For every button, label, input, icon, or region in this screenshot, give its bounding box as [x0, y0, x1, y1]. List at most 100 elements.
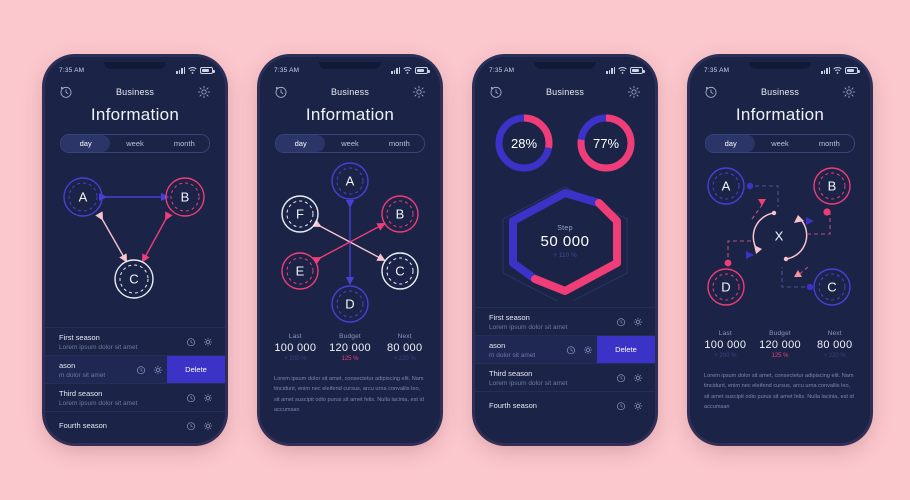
clock-rewind-icon[interactable] — [59, 85, 73, 99]
diagram-node-a[interactable]: A — [63, 177, 103, 217]
clock-rewind-icon[interactable] — [186, 337, 196, 347]
status-icons — [391, 66, 430, 74]
diagram-node-x[interactable]: X — [752, 210, 808, 262]
list-item[interactable]: Fourth season — [475, 391, 655, 419]
gear-icon[interactable] — [203, 421, 213, 431]
diagram-node-c[interactable]: C — [114, 259, 154, 299]
delete-button[interactable]: Delete — [167, 356, 225, 383]
arrow-marker — [806, 217, 814, 225]
screen-2: 7:35 AM Business Information day week mo… — [260, 57, 440, 443]
list-item-actions — [186, 337, 213, 347]
nav-title: Business — [330, 87, 370, 97]
gear-icon[interactable] — [153, 365, 163, 375]
tab-week[interactable]: week — [755, 135, 804, 152]
period-segmented-control[interactable]: day week month — [60, 134, 210, 153]
screenshot-stage: 7:35 AM Business Information day week mo… — [0, 0, 910, 500]
clock-rewind-icon[interactable] — [616, 317, 626, 327]
clock-rewind-icon[interactable] — [566, 345, 576, 355]
connector-dot — [806, 283, 814, 291]
diagram-node-c[interactable]: C — [381, 252, 419, 290]
gear-icon[interactable] — [633, 373, 643, 383]
tab-day[interactable]: day — [61, 135, 111, 152]
tab-day[interactable]: day — [706, 135, 756, 152]
stat-label: Next — [397, 333, 412, 340]
diagram-node-b[interactable]: B — [813, 167, 851, 205]
list-item[interactable]: Fourth season — [45, 411, 225, 439]
list-item[interactable]: First season Lorem ipsum dolor sit amet — [45, 327, 225, 355]
node-a-label: A — [79, 190, 88, 205]
period-segmented-control[interactable]: day week month — [275, 134, 425, 153]
list-item[interactable]: Third season Lorem ipsum dolor sit amet — [475, 363, 655, 391]
clock-rewind-icon[interactable] — [489, 85, 503, 99]
gear-icon[interactable] — [203, 393, 213, 403]
gear-icon[interactable] — [583, 345, 593, 355]
gear-icon[interactable] — [842, 85, 856, 99]
tab-week[interactable]: week — [110, 135, 159, 152]
tab-month[interactable]: month — [805, 135, 854, 152]
clock-rewind-icon[interactable] — [136, 365, 146, 375]
tab-day[interactable]: day — [276, 135, 326, 152]
signal-bars-icon — [606, 66, 615, 74]
clock-rewind-icon[interactable] — [274, 85, 288, 99]
list-item-subtitle: Lorem ipsum dolor sit amet — [59, 343, 138, 351]
clock-rewind-icon[interactable] — [704, 85, 718, 99]
battery-icon — [630, 66, 645, 74]
status-bar: 7:35 AM — [260, 57, 440, 79]
diagram-node-d[interactable]: D — [331, 285, 369, 323]
diagram-node-b[interactable]: B — [381, 195, 419, 233]
node-e-label: E — [296, 264, 305, 279]
list-item[interactable]: Third season Lorem ipsum dolor sit amet — [45, 383, 225, 411]
stat-label: Budget — [339, 333, 361, 340]
phone-notch — [749, 62, 811, 69]
gear-icon[interactable] — [627, 85, 641, 99]
list-item-swiped[interactable]: ason m dolor sit amet Delete — [45, 355, 225, 383]
tab-month[interactable]: month — [375, 135, 424, 152]
clock-rewind-icon[interactable] — [616, 373, 626, 383]
nav-bar: Business — [260, 79, 440, 99]
wifi-icon — [618, 66, 627, 74]
donut-chart-28: 28% — [492, 111, 556, 175]
stat-value: 80 000 — [816, 339, 853, 351]
period-segmented-control[interactable]: day week month — [705, 134, 855, 153]
stat-delta: 125 % — [341, 356, 359, 362]
list-item-actions — [136, 365, 163, 375]
gear-icon[interactable] — [203, 337, 213, 347]
diagram-node-f[interactable]: F — [281, 195, 319, 233]
status-time: 7:35 AM — [489, 66, 515, 74]
diagram-node-c[interactable]: C — [813, 268, 851, 306]
signal-bars-icon — [391, 66, 400, 74]
phone-notch — [319, 62, 381, 69]
list-item[interactable]: First season Lorem ipsum dolor sit amet — [475, 307, 655, 335]
tab-month[interactable]: month — [160, 135, 209, 152]
list-item-subtitle: Lorem ipsum dolor sit amet — [489, 323, 568, 331]
gear-icon[interactable] — [633, 317, 643, 327]
node-a-label: A — [722, 179, 731, 194]
diagram-node-a[interactable]: A — [331, 162, 369, 200]
stat-delta: + 200 % — [284, 356, 307, 362]
stat-label: Next — [827, 330, 842, 337]
tab-week[interactable]: week — [325, 135, 374, 152]
node-diagram-2: A B C D E F — [260, 159, 440, 327]
stat-delta: 125 % — [771, 353, 789, 359]
stat-delta: + 220 % — [393, 356, 416, 362]
season-list-1: First season Lorem ipsum dolor sit amet — [45, 327, 225, 439]
edge-a-c — [95, 211, 128, 263]
phone-notch — [104, 62, 166, 69]
node-diagram-1: A B C — [45, 159, 225, 319]
gear-icon[interactable] — [197, 85, 211, 99]
clock-rewind-icon[interactable] — [186, 421, 196, 431]
clock-rewind-icon[interactable] — [186, 393, 196, 403]
stat-last: Last 100 000 + 200 % — [698, 330, 753, 359]
delete-button[interactable]: Delete — [597, 336, 655, 363]
diagram-node-a[interactable]: A — [707, 167, 745, 205]
diagram-node-d[interactable]: D — [707, 268, 745, 306]
gear-icon[interactable] — [633, 401, 643, 411]
list-item-swiped[interactable]: ason m dolor sit amet Delete — [475, 335, 655, 363]
screen-3: 7:35 AM Business 28% 77% Step 50 000 + 1… — [475, 57, 655, 443]
clock-rewind-icon[interactable] — [616, 401, 626, 411]
nav-bar: Business — [690, 79, 870, 99]
diagram-node-b[interactable]: B — [165, 177, 205, 217]
diagram-node-e[interactable]: E — [281, 252, 319, 290]
gear-icon[interactable] — [412, 85, 426, 99]
nav-title: Business — [760, 87, 800, 97]
